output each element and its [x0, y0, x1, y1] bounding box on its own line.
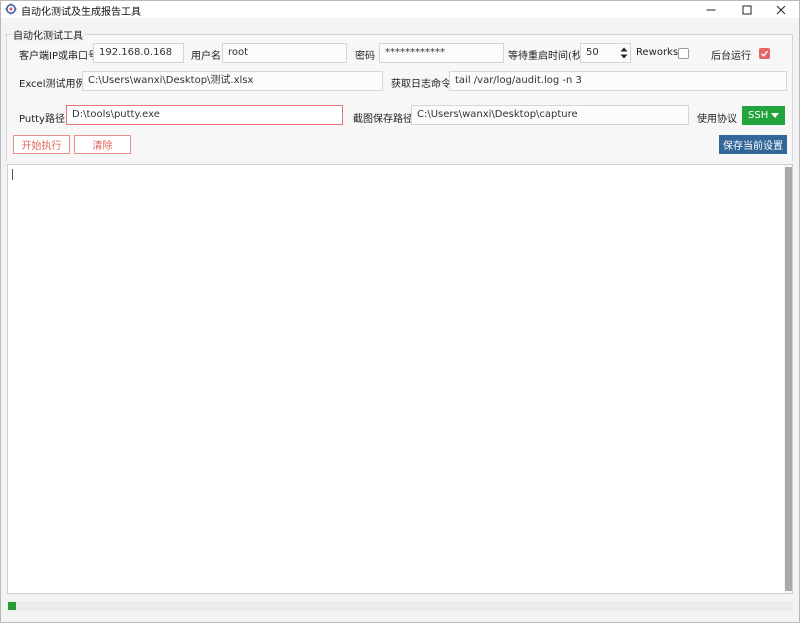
- username-field[interactable]: root: [222, 43, 347, 63]
- password-field[interactable]: ************: [379, 43, 504, 63]
- maximize-icon: [742, 5, 752, 15]
- protocol-value: SSH: [748, 110, 769, 121]
- progress-bar: [7, 601, 793, 611]
- protocol-select[interactable]: SSH: [742, 106, 785, 125]
- wait-time-label: 等待重启时间(秒): [508, 51, 586, 62]
- progress-fill: [8, 602, 16, 610]
- username-label: 用户名: [191, 51, 221, 62]
- excel-testcase-label: Excel测试用例: [19, 79, 86, 90]
- gear-bug-icon: [5, 3, 17, 15]
- minimize-icon: [706, 5, 716, 15]
- capture-path-label: 截图保存路径: [353, 114, 413, 125]
- close-icon: [776, 5, 786, 15]
- spin-arrows-icon[interactable]: [620, 46, 628, 60]
- text-cursor: [12, 169, 13, 180]
- vertical-scrollbar[interactable]: [784, 165, 792, 593]
- minimize-button[interactable]: [693, 1, 729, 18]
- wait-time-value: 50: [586, 47, 599, 58]
- password-label: 密码: [355, 51, 375, 62]
- capture-path-field[interactable]: C:\Users\wanxi\Desktop\capture: [411, 105, 689, 125]
- reworks-checkbox[interactable]: [678, 48, 689, 59]
- output-log-area[interactable]: [7, 164, 793, 594]
- putty-path-field[interactable]: D:\tools\putty.exe: [66, 105, 343, 125]
- window-title: 自动化测试及生成报告工具: [21, 7, 141, 18]
- wait-time-spinbox[interactable]: 50: [580, 43, 631, 63]
- log-command-label: 获取日志命令: [391, 79, 451, 90]
- title-bar[interactable]: 自动化测试及生成报告工具: [1, 1, 799, 18]
- background-run-label: 后台运行: [711, 51, 751, 62]
- start-button[interactable]: 开始执行: [13, 135, 70, 154]
- putty-path-label: Putty路径: [19, 114, 65, 125]
- chevron-down-icon: [771, 113, 779, 118]
- app-window: 自动化测试及生成报告工具 自动化测试工具 客户端IP或串口号 192.168.0…: [0, 0, 800, 623]
- maximize-button[interactable]: [729, 1, 765, 18]
- client-address-label: 客户端IP或串口号: [19, 51, 98, 62]
- background-run-checkbox[interactable]: [759, 48, 770, 59]
- checkmark-icon: [761, 50, 769, 57]
- log-command-field[interactable]: tail /var/log/audit.log -n 3: [449, 71, 787, 91]
- excel-testcase-field[interactable]: C:\Users\wanxi\Desktop\测试.xlsx: [82, 71, 383, 91]
- close-button[interactable]: [763, 1, 799, 18]
- group-title: 自动化测试工具: [11, 27, 85, 42]
- clear-button[interactable]: 清除: [74, 135, 131, 154]
- protocol-label: 使用协议: [697, 114, 737, 125]
- save-settings-button[interactable]: 保存当前设置: [719, 135, 787, 154]
- reworks-label: Reworks: [636, 47, 679, 58]
- scrollbar-thumb[interactable]: [785, 167, 792, 591]
- client-address-field[interactable]: 192.168.0.168: [93, 43, 184, 63]
